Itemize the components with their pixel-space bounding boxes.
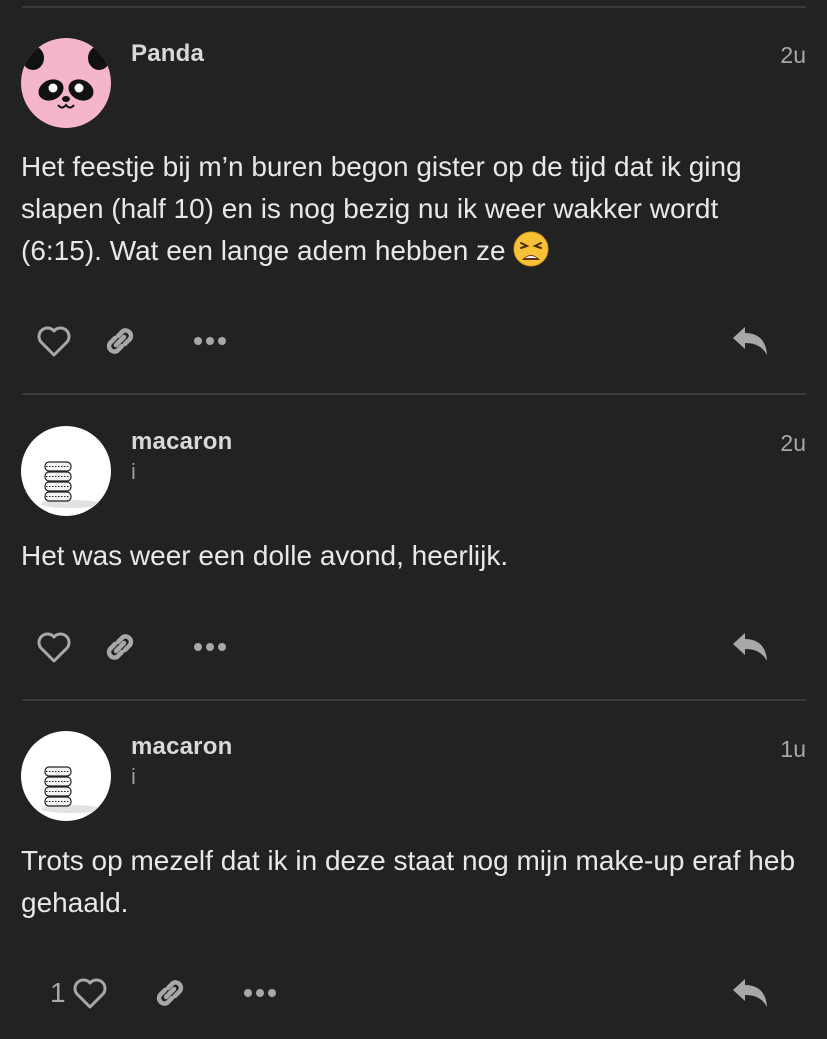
reply-icon bbox=[733, 327, 767, 355]
username[interactable]: Panda bbox=[131, 40, 204, 68]
link-icon bbox=[106, 634, 134, 660]
post-time[interactable]: 1u bbox=[780, 736, 806, 763]
username[interactable]: macaron bbox=[131, 733, 232, 761]
link-icon bbox=[156, 980, 184, 1006]
reply-icon bbox=[733, 633, 767, 661]
like-button[interactable]: 1 bbox=[50, 969, 124, 1017]
reply-button[interactable] bbox=[728, 623, 772, 671]
user-title: i bbox=[131, 764, 136, 789]
like-button[interactable] bbox=[34, 317, 74, 365]
heart-outline-icon bbox=[37, 326, 71, 357]
share-link-button[interactable] bbox=[100, 623, 140, 671]
weary-face-emoji bbox=[513, 231, 549, 267]
reply-button[interactable] bbox=[728, 969, 772, 1017]
post-actions bbox=[0, 317, 827, 365]
post-body: Het feestje bij m’n buren begon gister o… bbox=[21, 146, 801, 272]
post-divider bbox=[22, 699, 806, 701]
panda-avatar[interactable] bbox=[21, 38, 111, 128]
more-button[interactable] bbox=[240, 969, 280, 1017]
user-title: i bbox=[131, 459, 136, 484]
post-actions bbox=[0, 623, 827, 671]
post-body-text: Het feestje bij m’n buren begon gister o… bbox=[21, 151, 742, 266]
share-link-button[interactable] bbox=[100, 317, 140, 365]
post-actions: 1 bbox=[0, 969, 827, 1017]
more-button[interactable] bbox=[190, 317, 230, 365]
reply-icon bbox=[733, 979, 767, 1007]
more-button[interactable] bbox=[190, 623, 230, 671]
share-link-button[interactable] bbox=[150, 969, 190, 1017]
post-body: Het was weer een dolle avond, heerlijk. bbox=[21, 540, 509, 571]
username[interactable]: macaron bbox=[131, 428, 232, 456]
macaron-avatar[interactable] bbox=[21, 731, 111, 821]
ellipsis-icon bbox=[194, 643, 226, 651]
post-body: Trots op mezelf dat ik in deze staat nog… bbox=[21, 845, 796, 918]
post-time[interactable]: 2u bbox=[780, 430, 806, 457]
link-icon bbox=[106, 328, 134, 354]
post-divider bbox=[22, 6, 806, 8]
ellipsis-icon bbox=[244, 989, 276, 997]
reply-button[interactable] bbox=[728, 317, 772, 365]
ellipsis-icon bbox=[194, 337, 226, 345]
heart-outline-icon bbox=[73, 978, 107, 1009]
post-time[interactable]: 2u bbox=[780, 42, 806, 69]
post-divider bbox=[22, 393, 806, 395]
like-button[interactable] bbox=[34, 623, 74, 671]
macaron-avatar[interactable] bbox=[21, 426, 111, 516]
like-count: 1 bbox=[50, 977, 66, 1008]
heart-outline-icon bbox=[37, 632, 71, 663]
